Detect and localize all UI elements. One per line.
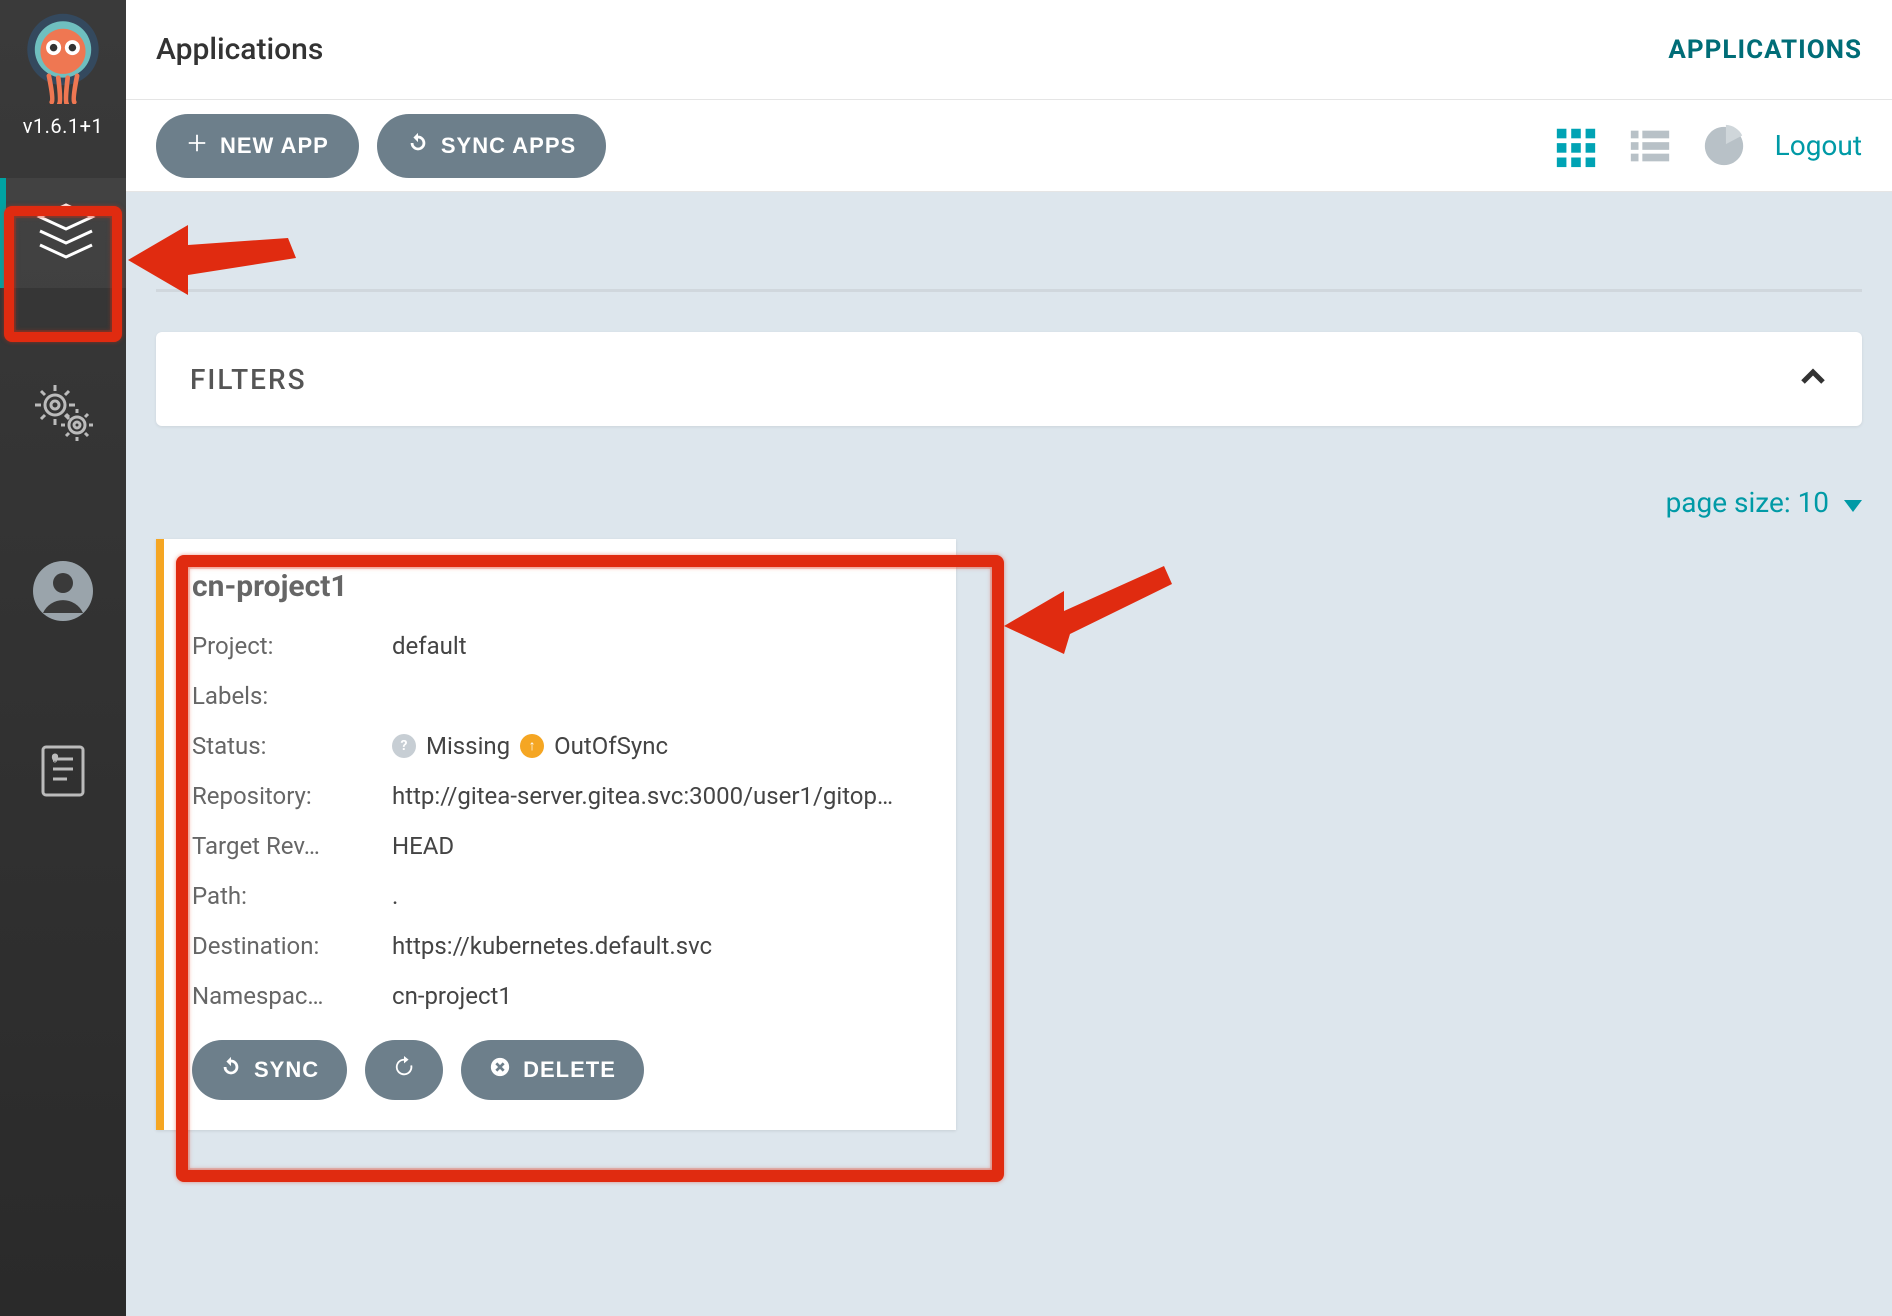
filters-panel[interactable]: FILTERS: [156, 332, 1862, 426]
new-app-label: NEW APP: [220, 133, 329, 159]
delete-icon: [489, 1056, 511, 1084]
layers-icon: [34, 199, 98, 267]
search-row[interactable]: [156, 232, 1862, 292]
page-size-prefix: page size:: [1666, 486, 1798, 519]
row-label: Namespac…: [192, 978, 392, 1014]
topbar: Applications APPLICATIONS: [126, 0, 1892, 100]
logout-link[interactable]: Logout: [1775, 129, 1862, 162]
svg-text:?: ?: [53, 754, 57, 763]
user-circle-icon: [31, 559, 95, 627]
row-value: http://gitea-server.gitea.svc:3000/user1…: [392, 778, 928, 814]
row-value: default: [392, 628, 928, 664]
page-size-selector[interactable]: page size: 10: [156, 486, 1862, 519]
outofsync-icon: ↑: [520, 734, 544, 758]
row-value: .: [392, 878, 928, 914]
plus-icon: [186, 132, 208, 160]
application-card[interactable]: cn-project1 Project: default Labels: Sta…: [156, 539, 956, 1130]
pie-view-icon[interactable]: [1701, 123, 1747, 169]
card-delete-button[interactable]: DELETE: [461, 1040, 644, 1100]
card-sync-button[interactable]: SYNC: [192, 1040, 347, 1100]
version-label: v1.6.1+1: [23, 114, 104, 138]
row-label: Destination:: [192, 928, 392, 964]
search-icon: [156, 248, 182, 274]
row-value: cn-project1: [392, 978, 928, 1014]
sidebar-item-applications[interactable]: [0, 178, 126, 288]
gears-icon: [31, 379, 95, 447]
new-app-button[interactable]: NEW APP: [156, 114, 359, 178]
app-name: cn-project1: [192, 569, 928, 604]
main-content: FILTERS page size: 10 cn-project1 Projec…: [126, 192, 1892, 1316]
page-title: Applications: [156, 32, 323, 67]
row-label: Target Rev…: [192, 828, 392, 864]
row-label: Path:: [192, 878, 392, 914]
row-label: Status:: [192, 728, 392, 764]
status-value: ? Missing ↑ OutOfSync: [392, 728, 928, 764]
card-sync-label: SYNC: [254, 1057, 319, 1083]
row-value: HEAD: [392, 828, 928, 864]
caret-down-icon: [1844, 486, 1862, 519]
sync-apps-button[interactable]: SYNC APPS: [377, 114, 606, 178]
row-label: Repository:: [192, 778, 392, 814]
sidebar-item-docs[interactable]: ?: [0, 718, 126, 828]
sidebar-item-settings[interactable]: [0, 358, 126, 468]
docs-icon: ?: [31, 739, 95, 807]
filters-label: FILTERS: [190, 363, 307, 396]
argo-logo: [16, 10, 110, 108]
sync-icon: [220, 1056, 242, 1084]
sync-apps-label: SYNC APPS: [441, 133, 576, 159]
sidebar-item-user[interactable]: [0, 538, 126, 648]
page-size-value: 10: [1798, 486, 1829, 519]
row-value: https://kubernetes.default.svc: [392, 928, 928, 964]
sidebar: v1.6.1+1: [0, 0, 126, 1316]
chevron-up-icon[interactable]: [1798, 362, 1828, 396]
row-label: Project:: [192, 628, 392, 664]
missing-icon: ?: [392, 734, 416, 758]
row-value: [392, 678, 928, 714]
list-view-icon[interactable]: [1627, 123, 1673, 169]
grid-view-icon[interactable]: [1553, 123, 1599, 169]
row-label: Labels:: [192, 678, 392, 714]
card-delete-label: DELETE: [523, 1057, 616, 1083]
breadcrumb-applications[interactable]: APPLICATIONS: [1668, 35, 1862, 65]
toolbar: NEW APP SYNC APPS: [126, 100, 1892, 192]
sync-icon: [407, 132, 429, 160]
status-out-text: OutOfSync: [554, 728, 668, 764]
card-refresh-button[interactable]: [365, 1040, 443, 1100]
status-missing-text: Missing: [426, 728, 510, 764]
refresh-icon: [393, 1056, 415, 1084]
